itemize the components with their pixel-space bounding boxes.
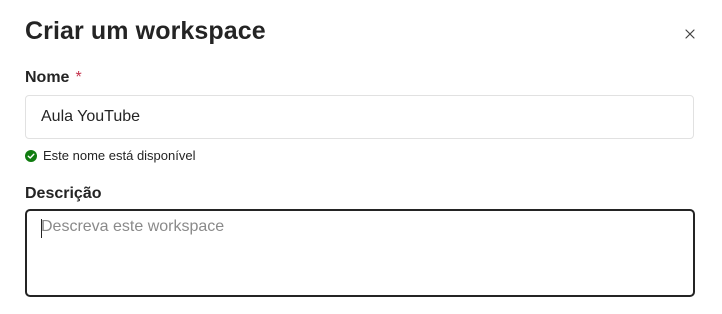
required-mark: * [75, 69, 82, 86]
status-text: Este nome está disponível [43, 148, 196, 163]
name-label-text: Nome [25, 69, 70, 86]
text-caret [41, 219, 42, 238]
close-icon [685, 29, 695, 39]
name-label: Nome * [25, 67, 82, 89]
create-workspace-dialog: Criar um workspace Nome * Este nome está … [0, 0, 722, 314]
check-circle-icon [25, 150, 37, 162]
name-input[interactable] [25, 95, 694, 139]
description-textarea[interactable] [25, 209, 695, 297]
dialog-title: Criar um workspace [25, 17, 266, 45]
description-label: Descrição [25, 185, 102, 202]
close-button[interactable] [680, 24, 700, 44]
name-availability-status: Este nome está disponível [25, 148, 195, 164]
